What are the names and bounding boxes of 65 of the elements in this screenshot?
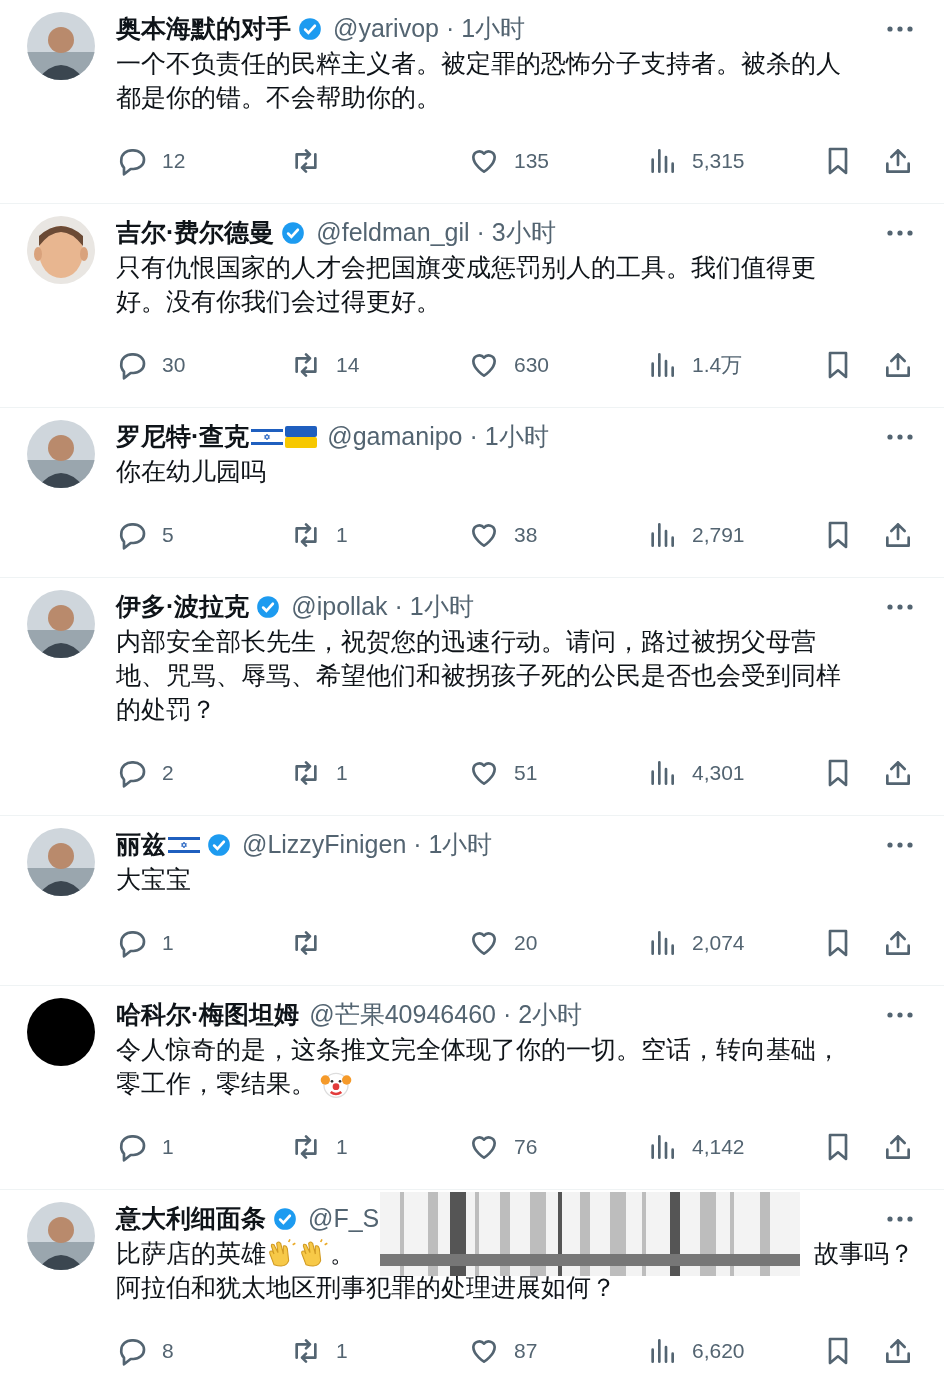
views-count: 6,620 — [692, 1338, 745, 1365]
reply-count: 2 — [162, 760, 174, 787]
more-icon[interactable] — [886, 1011, 914, 1019]
views-count: 2,074 — [692, 930, 745, 957]
user-name[interactable]: 吉尔·费尔德曼 — [116, 214, 275, 252]
reply-text: 你在幼儿园吗 — [116, 456, 266, 488]
more-icon[interactable] — [886, 841, 914, 849]
more-icon[interactable] — [886, 25, 914, 33]
user-handle[interactable]: @LizzyFinigen · 1小时 — [242, 826, 493, 864]
reply-text: 内部安全部长先生，祝贺您的迅速行动。请问，路过被拐父母营 — [116, 626, 816, 658]
reply-text: 一个不负责任的民粹主义者。被定罪的恐怖分子支持者。被杀的人 — [116, 48, 841, 80]
like-count: 51 — [514, 760, 538, 787]
ukraine-flag-icon — [285, 426, 318, 448]
views-count: 2,791 — [692, 522, 745, 549]
reply-count: 12 — [162, 148, 186, 175]
user-name[interactable]: 意大利细面条 — [116, 1200, 266, 1238]
user-handle[interactable]: @F_S — [308, 1200, 380, 1238]
like-count: 630 — [514, 352, 550, 379]
views-count: 4,301 — [692, 760, 745, 787]
views-count: 4,142 — [692, 1134, 745, 1161]
reply-count: 1 — [162, 1134, 174, 1161]
retweet-count: 1 — [336, 522, 348, 549]
user-name[interactable]: 罗尼特·查克 — [116, 418, 250, 456]
reply-text: 零工作，零结果。 — [116, 1068, 316, 1100]
reply-text: 好。没有你我们会过得更好。 — [116, 286, 441, 318]
reply-count: 5 — [162, 522, 174, 549]
retweet-count: 1 — [336, 760, 348, 787]
user-handle[interactable]: @feldman_gil · 3小时 — [316, 214, 556, 252]
reply-text: 大宝宝 — [116, 864, 191, 896]
reply-text: 地、咒骂、辱骂、希望他们和被拐孩子死的公民是否也会受到同样 — [116, 660, 841, 692]
reply-text: 阿拉伯和犹太地区刑事犯罪的处理进展如何？ — [116, 1272, 616, 1304]
more-icon[interactable] — [886, 229, 914, 237]
user-handle[interactable]: @芒果40946460 · 2小时 — [309, 996, 583, 1034]
like-count: 20 — [514, 930, 538, 957]
like-count: 76 — [514, 1134, 538, 1161]
user-name[interactable]: 伊多·波拉克 — [116, 588, 250, 626]
like-count: 135 — [514, 148, 550, 175]
user-name[interactable]: 奥本海默的对手 — [116, 10, 291, 48]
reply-count: 1 — [162, 930, 174, 957]
views-count: 5,315 — [692, 148, 745, 175]
reply-text: 故事吗？ — [814, 1238, 914, 1270]
more-icon[interactable] — [886, 603, 914, 611]
reply-text: 的处罚？ — [116, 694, 216, 726]
reply-text: 都是你的错。不会帮助你的。 — [116, 82, 441, 114]
israel-flag-icon — [251, 426, 284, 448]
reply-text: 只有仇恨国家的人才会把国旗变成惩罚别人的工具。我们值得更 — [116, 252, 816, 284]
user-name[interactable]: 丽兹 — [116, 826, 166, 864]
user-handle[interactable]: @ipollak · 1小时 — [291, 588, 474, 626]
reply-count: 8 — [162, 1338, 174, 1365]
more-icon[interactable] — [886, 433, 914, 441]
reply-text: 。 — [330, 1238, 355, 1270]
reply-text: 令人惊奇的是，这条推文完全体现了你的一切。空话，转向基础， — [116, 1034, 841, 1066]
retweet-count: 1 — [336, 1134, 348, 1161]
more-icon[interactable] — [886, 1215, 914, 1223]
reply-text: 比萨店的英雄 — [116, 1238, 266, 1270]
user-name[interactable]: 哈科尔·梅图坦姆 — [116, 996, 300, 1034]
views-count: 1.4万 — [692, 352, 743, 379]
user-handle[interactable]: @yarivop · 1小时 — [333, 10, 526, 48]
israel-flag-icon — [168, 834, 200, 856]
like-count: 38 — [514, 522, 538, 549]
like-count: 87 — [514, 1338, 538, 1365]
user-handle[interactable]: @gamanipo · 1小时 — [327, 418, 549, 456]
retweet-count: 1 — [336, 1338, 348, 1365]
retweet-count: 14 — [336, 352, 360, 379]
reply-count: 30 — [162, 352, 186, 379]
